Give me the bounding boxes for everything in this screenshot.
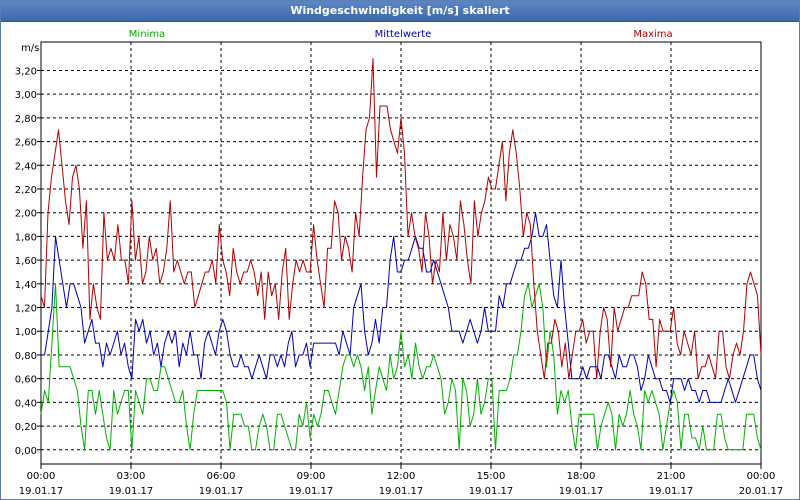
y-tick-label: 0,40 [15, 398, 37, 409]
y-tick-label: 0,60 [15, 375, 37, 386]
y-tick-label: 1,40 [15, 280, 37, 291]
y-tick-label: 0,20 [15, 422, 37, 433]
y-tick-label: 3,20 [15, 66, 37, 77]
y-tick-label: 2,20 [15, 185, 37, 196]
x-tick-time: 21:00 [657, 471, 686, 482]
y-axis-label: m/s [21, 43, 39, 54]
y-axis-ticks: 0,00 0,20 0,40 0,60 0,80 1,00 1,20 1,40 1,60 1,80… [15, 66, 41, 457]
grid-lines [41, 42, 761, 464]
y-tick-label: 2,40 [15, 161, 37, 172]
x-tick-date: 20.01.17 [739, 486, 784, 497]
y-tick-label: 1,60 [15, 256, 37, 267]
x-tick-date: 19.01.17 [649, 486, 694, 497]
x-tick-time: 12:00 [387, 471, 416, 482]
x-tick-time: 09:00 [297, 471, 326, 482]
y-tick-label: 2,60 [15, 138, 37, 149]
chart-area: 0,00 0,20 0,40 0,60 0,80 1,00 1,20 1,40 1,60 1,80… [15, 29, 784, 497]
x-tick-time: 15:00 [477, 471, 506, 482]
legend-maxima: Maxima [633, 29, 672, 40]
y-tick-label: 1,00 [15, 327, 37, 338]
y-tick-label: 1,80 [15, 232, 37, 243]
chart-window: Windgeschwindigkeit [m/s] skaliert 0,00 0… [0, 0, 800, 500]
window-title: Windgeschwindigkeit [m/s] skaliert [290, 4, 510, 17]
x-tick-time: 00:00 [747, 471, 776, 482]
x-tick-time: 06:00 [207, 471, 236, 482]
x-tick-date: 19.01.17 [109, 486, 154, 497]
x-tick-time: 03:00 [117, 471, 146, 482]
y-tick-label: 1,20 [15, 304, 37, 315]
legend-mittelwerte: Mittelwerte [375, 29, 432, 40]
x-tick-date: 19.01.17 [199, 486, 244, 497]
x-tick-date: 19.01.17 [469, 486, 514, 497]
x-tick-time: 00:00 [27, 471, 56, 482]
y-tick-label: 2,00 [15, 209, 37, 220]
x-tick-date: 19.01.17 [19, 486, 64, 497]
x-tick-date: 19.01.17 [379, 486, 424, 497]
y-tick-label: 2,80 [15, 114, 37, 125]
y-tick-label: 3,00 [15, 90, 37, 101]
x-axis-ticks: 00:00 19.01.17 03:00 19.01.17 06:00 19.01.17 0… [19, 464, 784, 497]
y-tick-label: 0,00 [15, 446, 37, 457]
legend-minima: Minima [129, 29, 165, 40]
x-tick-date: 19.01.17 [289, 486, 334, 497]
x-tick-time: 18:00 [567, 471, 596, 482]
y-tick-label: 0,80 [15, 351, 37, 362]
x-tick-date: 19.01.17 [559, 486, 604, 497]
title-bar: Windgeschwindigkeit [m/s] skaliert [1, 1, 799, 22]
